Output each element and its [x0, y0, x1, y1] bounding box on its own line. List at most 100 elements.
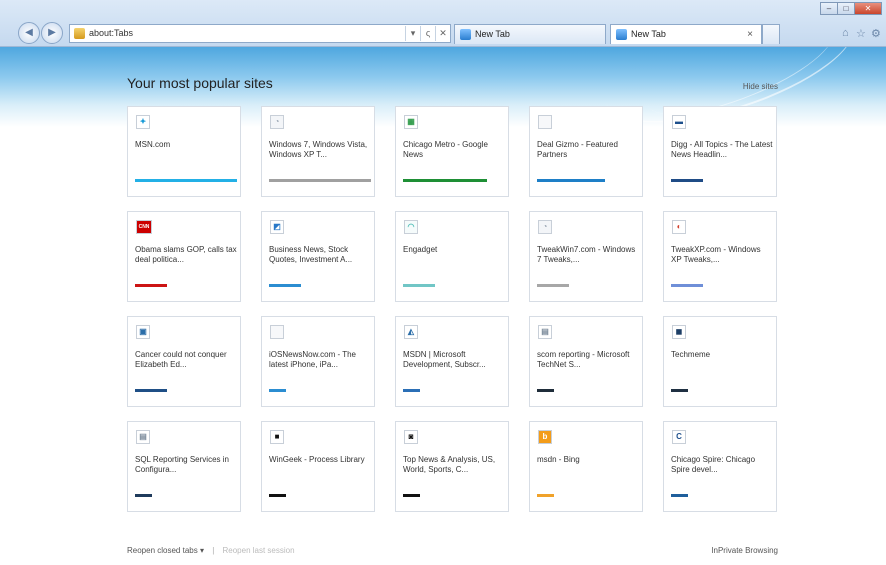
hide-sites-link[interactable]: Hide sites — [743, 82, 778, 91]
site-activity-bar — [671, 494, 688, 497]
window-controls: – □ ✕ — [820, 2, 882, 15]
site-activity-bar — [403, 389, 420, 392]
tab-favicon-icon — [460, 29, 471, 40]
site-activity-bar — [537, 179, 605, 182]
site-tile[interactable]: ◔ TweakWin7.com - Windows 7 Tweaks,... — [529, 211, 643, 302]
tab-new-tab-2[interactable]: New Tab × — [610, 24, 762, 44]
tab-close-icon[interactable]: × — [747, 25, 753, 44]
site-activity-bar — [403, 284, 435, 287]
forward-button[interactable]: ▶ — [41, 22, 63, 44]
maximize-button[interactable]: □ — [837, 2, 855, 15]
site-tile[interactable]: ✦ MSN.com — [127, 106, 241, 197]
browser-chrome: – □ ✕ ◀ ▶ about:Tabs ▾ ς ✕ New Tab New T… — [0, 0, 886, 47]
new-tab-button[interactable] — [762, 24, 780, 44]
site-activity-bar — [537, 494, 554, 497]
popular-sites-grid: ✦ MSN.com ◔ Windows 7, Windows Vista, Windo… — [127, 106, 779, 512]
wingeek-icon: ■ — [270, 430, 284, 444]
site-tile-title: Business News, Stock Quotes, Investment … — [269, 245, 353, 264]
chicago-spire-icon: C — [672, 430, 686, 444]
home-icon[interactable]: ⌂ — [842, 27, 849, 39]
site-tile-title: Top News & Analysis, US, World, Sports, … — [403, 455, 496, 474]
google-news-icon: ▦ — [404, 115, 418, 129]
tools-gear-icon[interactable]: ⚙ — [871, 27, 881, 40]
site-tile-title: iOSNewsNow.com - The latest iPhone, iPa.… — [269, 350, 356, 369]
site-activity-bar — [135, 179, 237, 182]
site-tile-title: MSDN | Microsoft Development, Subscr... — [403, 350, 486, 369]
site-tile-title: msdn - Bing — [537, 455, 580, 464]
speech-bubble-icon: ◙ — [404, 430, 418, 444]
reopen-links: Reopen closed tabs ▾ | Reopen last sessi… — [127, 546, 295, 555]
back-arrow-icon: ◀ — [25, 27, 33, 38]
site-activity-bar — [135, 389, 167, 392]
site-tile[interactable]: ■ WinGeek - Process Library — [261, 421, 375, 512]
site-tile[interactable]: iOSNewsNow.com - The latest iPhone, iPa.… — [261, 316, 375, 407]
chart-icon: ◩ — [270, 220, 284, 234]
site-tile[interactable]: Deal Gizmo - Featured Partners — [529, 106, 643, 197]
tab-favicon-icon — [616, 29, 627, 40]
site-tile-title: Obama slams GOP, calls tax deal politica… — [135, 245, 237, 264]
address-text[interactable]: about:Tabs — [89, 25, 405, 42]
site-activity-bar — [403, 179, 487, 182]
site-tile-title: Cancer could not conquer Elizabeth Ed... — [135, 350, 227, 369]
technet-icon: ▤ — [136, 430, 150, 444]
page-favicon-icon — [74, 28, 85, 39]
new-tab-page: Your most popular sites Hide sites ✦ MSN.… — [0, 47, 886, 565]
site-tile-title: scom reporting - Microsoft TechNet S... — [537, 350, 630, 369]
refresh-button[interactable]: ς — [420, 26, 435, 41]
minimize-button[interactable]: – — [820, 2, 838, 15]
site-tile-title: SQL Reporting Services in Configura... — [135, 455, 229, 474]
site-tile-title: Chicago Spire: Chicago Spire devel... — [671, 455, 756, 474]
stop-button[interactable]: ✕ — [435, 26, 450, 41]
page-title: Your most popular sites — [127, 75, 273, 91]
site-activity-bar — [671, 179, 703, 182]
site-tile[interactable]: ◙ Top News & Analysis, US, World, Sports,… — [395, 421, 509, 512]
close-window-button[interactable]: ✕ — [854, 2, 882, 15]
site-activity-bar — [671, 389, 688, 392]
reopen-closed-tabs-link[interactable]: Reopen closed tabs ▾ — [127, 546, 204, 555]
site-activity-bar — [403, 494, 420, 497]
site-activity-bar — [537, 284, 569, 287]
tweakxp-icon: ◐ — [672, 220, 686, 234]
bing-icon: b — [538, 430, 552, 444]
back-button[interactable]: ◀ — [18, 22, 40, 44]
site-activity-bar — [135, 494, 152, 497]
site-tile[interactable]: ◭ MSDN | Microsoft Development, Subscr... — [395, 316, 509, 407]
site-tile-title: Deal Gizmo - Featured Partners — [537, 140, 618, 159]
address-bar[interactable]: about:Tabs ▾ ς ✕ — [69, 24, 451, 43]
generic-page-icon: ◔ — [270, 115, 284, 129]
generic-page-icon: ◔ — [538, 220, 552, 234]
site-tile-title: TweakWin7.com - Windows 7 Tweaks,... — [537, 245, 636, 264]
site-tile[interactable]: ◠ Engadget — [395, 211, 509, 302]
site-tile[interactable]: b msdn - Bing — [529, 421, 643, 512]
msn-butterfly-icon: ✦ — [136, 115, 150, 129]
site-tile-title: Engadget — [403, 245, 438, 254]
site-tile[interactable]: ◐ TweakXP.com - Windows XP Tweaks,... — [663, 211, 777, 302]
site-tile[interactable]: ▤ scom reporting - Microsoft TechNet S... — [529, 316, 643, 407]
inprivate-browsing-link[interactable]: InPrivate Browsing — [711, 546, 778, 555]
forward-arrow-icon: ▶ — [48, 27, 56, 38]
site-tile[interactable]: ▦ Chicago Metro - Google News — [395, 106, 509, 197]
site-tile[interactable]: C Chicago Spire: Chicago Spire devel... — [663, 421, 777, 512]
site-tile[interactable]: ▣ Cancer could not conquer Elizabeth Ed..… — [127, 316, 241, 407]
site-tile[interactable]: ◩ Business News, Stock Quotes, Investment… — [261, 211, 375, 302]
msdn-icon: ◭ — [404, 325, 418, 339]
site-tile[interactable]: CNN Obama slams GOP, calls tax deal polit… — [127, 211, 241, 302]
site-tile-title: Windows 7, Windows Vista, Windows XP T..… — [269, 140, 368, 159]
tab-label: New Tab — [631, 29, 666, 39]
favorites-star-icon[interactable]: ☆ — [856, 27, 866, 40]
site-tile-title: Techmeme — [671, 350, 711, 359]
site-tile[interactable]: ▤ SQL Reporting Services in Configura... — [127, 421, 241, 512]
site-tile-title: Chicago Metro - Google News — [403, 140, 488, 159]
news-page-icon: ▣ — [136, 325, 150, 339]
reopen-last-session-link[interactable]: Reopen last session — [223, 546, 295, 555]
site-tile[interactable]: ▬ Digg - All Topics - The Latest News Hea… — [663, 106, 777, 197]
cnn-icon: CNN — [136, 220, 152, 234]
site-activity-bar — [537, 389, 554, 392]
site-tile[interactable]: ◔ Windows 7, Windows Vista, Windows XP T.… — [261, 106, 375, 197]
site-tile[interactable]: ◼ Techmeme — [663, 316, 777, 407]
tab-new-tab-1[interactable]: New Tab — [454, 24, 606, 44]
site-tile-title: MSN.com — [135, 140, 171, 149]
address-dropdown-button[interactable]: ▾ — [405, 26, 420, 41]
site-activity-bar — [135, 284, 167, 287]
site-activity-bar — [269, 389, 286, 392]
